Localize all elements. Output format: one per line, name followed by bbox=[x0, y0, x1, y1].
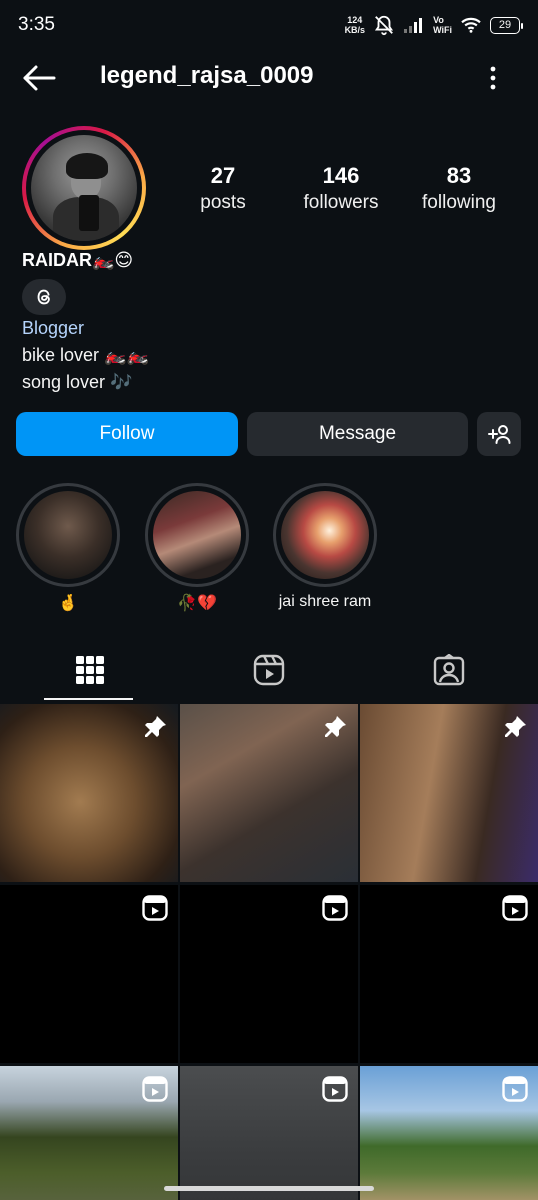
threads-icon bbox=[37, 289, 50, 305]
network-speed-value: 124 bbox=[347, 15, 363, 25]
reel-icon bbox=[322, 1076, 348, 1102]
reels-icon bbox=[253, 654, 284, 686]
battery-icon: 29 bbox=[490, 16, 523, 34]
vertical-dots-icon[interactable] bbox=[480, 64, 506, 92]
post-thumbnail[interactable] bbox=[180, 885, 358, 1063]
posts-grid bbox=[0, 704, 538, 1200]
posts-label: posts bbox=[200, 192, 246, 213]
pin-icon bbox=[325, 716, 346, 737]
vowifi-top: Vo bbox=[433, 15, 444, 25]
vowifi-indicator: Vo WiFi bbox=[433, 15, 452, 35]
bio-line-2: song lover 🎶 bbox=[22, 372, 133, 392]
avatar-frame bbox=[26, 130, 142, 246]
status-icons: 124 KB/s Vo WiFi 29 bbox=[345, 14, 523, 36]
story-highlight[interactable]: jai shree ram bbox=[273, 483, 377, 611]
signal-icon bbox=[404, 18, 423, 33]
status-time: 3:35 bbox=[18, 14, 55, 35]
wifi-icon bbox=[461, 17, 481, 33]
followers-count: 146 bbox=[322, 163, 360, 188]
highlight-ring bbox=[16, 483, 120, 587]
tagged-icon bbox=[433, 654, 464, 686]
tab-reels[interactable] bbox=[179, 640, 358, 700]
arrow-left-icon[interactable] bbox=[22, 64, 56, 92]
pin-icon bbox=[505, 716, 526, 737]
highlight-cover bbox=[281, 491, 369, 579]
gesture-home-bar[interactable] bbox=[164, 1186, 374, 1191]
profile-username: legend_rajsa_0009 bbox=[100, 62, 314, 89]
vowifi-bottom: WiFi bbox=[433, 25, 452, 35]
highlight-cover bbox=[153, 491, 241, 579]
bio-line-1: bike lover 🏍️🏍️ bbox=[22, 345, 149, 365]
network-speed-unit: KB/s bbox=[344, 25, 366, 35]
add-person-icon bbox=[488, 425, 511, 444]
profile-tabs bbox=[0, 640, 538, 702]
post-thumbnail[interactable] bbox=[180, 1066, 358, 1200]
story-highlight[interactable]: 🥀💔 bbox=[145, 483, 249, 613]
reel-icon bbox=[322, 895, 348, 921]
post-thumbnail[interactable] bbox=[0, 704, 178, 882]
followers-stat[interactable]: 146 followers bbox=[281, 162, 401, 216]
profile-header: legend_rajsa_0009 bbox=[0, 52, 538, 104]
highlight-ring bbox=[145, 483, 249, 587]
reel-icon bbox=[502, 895, 528, 921]
following-count: 83 bbox=[446, 163, 472, 188]
post-thumbnail[interactable] bbox=[0, 885, 178, 1063]
pin-icon bbox=[145, 716, 166, 737]
grid-icon bbox=[75, 656, 104, 684]
suggest-people-button[interactable] bbox=[477, 412, 521, 456]
posts-stat[interactable]: 27 posts bbox=[163, 162, 283, 216]
profile-avatar[interactable] bbox=[22, 126, 146, 250]
followers-label: followers bbox=[303, 192, 379, 213]
post-thumbnail[interactable] bbox=[180, 704, 358, 882]
avatar-hair-shape bbox=[66, 153, 108, 179]
post-thumbnail[interactable] bbox=[0, 1066, 178, 1200]
battery-level: 29 bbox=[498, 19, 512, 31]
avatar-image bbox=[31, 135, 137, 241]
posts-count: 27 bbox=[210, 163, 236, 188]
follow-button[interactable]: Follow bbox=[16, 412, 238, 456]
profile-display-name: RAIDAR🏍️😊 bbox=[22, 250, 134, 270]
reel-icon bbox=[502, 1076, 528, 1102]
threads-badge[interactable] bbox=[22, 279, 66, 315]
status-bar: 3:35 124 KB/s Vo WiFi 29 bbox=[0, 0, 538, 50]
highlight-label: 🥀💔 bbox=[177, 595, 217, 612]
active-tab-indicator bbox=[44, 698, 133, 700]
reel-icon bbox=[142, 895, 168, 921]
tab-posts-grid[interactable] bbox=[0, 640, 179, 700]
highlight-cover bbox=[24, 491, 112, 579]
following-label: following bbox=[422, 192, 496, 213]
mute-bell-icon bbox=[375, 15, 394, 36]
following-stat[interactable]: 83 following bbox=[399, 162, 519, 216]
highlight-label: 🤞 bbox=[58, 595, 78, 612]
profile-category: Blogger bbox=[22, 318, 85, 338]
story-highlight[interactable]: 🤞 bbox=[16, 483, 120, 613]
avatar-phone-shape bbox=[79, 195, 99, 231]
post-thumbnail[interactable] bbox=[360, 704, 538, 882]
post-thumbnail[interactable] bbox=[360, 885, 538, 1063]
tab-tagged[interactable] bbox=[359, 640, 538, 700]
post-thumbnail[interactable] bbox=[360, 1066, 538, 1200]
network-speed: 124 KB/s bbox=[345, 15, 366, 35]
highlight-label: jai shree ram bbox=[278, 593, 372, 610]
message-button[interactable]: Message bbox=[247, 412, 468, 456]
reel-icon bbox=[142, 1076, 168, 1102]
highlight-ring bbox=[273, 483, 377, 587]
